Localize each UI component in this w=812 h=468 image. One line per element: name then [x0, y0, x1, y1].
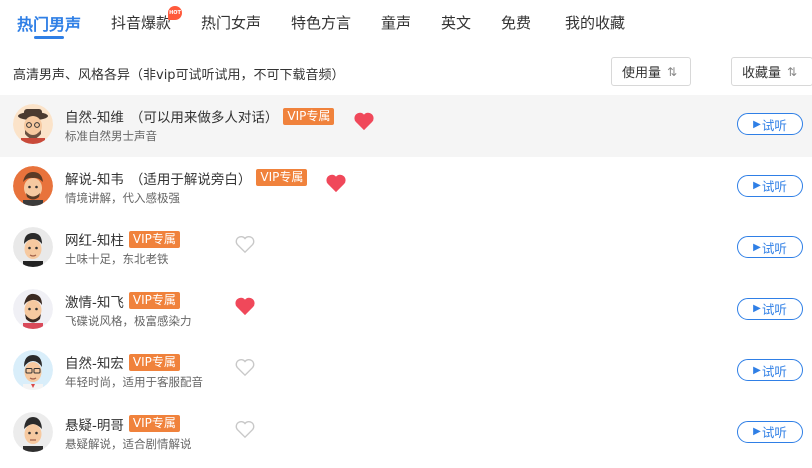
listen-button[interactable]: ▶ 试听: [737, 420, 803, 443]
voice-note: （可以用来做多人对话）: [129, 110, 279, 126]
section-description: 高清男声、风格各异（非vip可试听试用，不可下载音频）: [13, 68, 345, 83]
voice-row: 激情-知飞 VIP专属 飞碟说风格，极富感染力 ▶ 试听: [0, 280, 812, 342]
play-icon: ▶: [753, 118, 761, 130]
sort-icon: ⇅: [667, 64, 677, 79]
avatar: [13, 350, 53, 390]
vip-badge: VIP专属: [283, 107, 335, 125]
voice-title: 网红-知柱 VIP专属: [65, 229, 180, 249]
voice-description: 飞碟说风格，极富感染力: [65, 313, 192, 328]
voice-title: 自然-知维 （可以用来做多人对话） VIP专属: [65, 106, 335, 126]
listen-button[interactable]: ▶ 试听: [737, 297, 803, 320]
favorite-heart-icon[interactable]: [325, 173, 347, 193]
voice-description: 悬疑解说，适合剧情解说: [65, 436, 192, 451]
voice-row: 自然-知宏 VIP专属 年轻时尚，适用于客服配音 ▶ 试听: [0, 341, 812, 403]
tab-my-favorites[interactable]: 我的收藏: [565, 12, 625, 33]
listen-label: 试听: [761, 179, 787, 194]
listen-label: 试听: [761, 425, 787, 440]
listen-button[interactable]: ▶ 试听: [737, 174, 803, 197]
vip-badge: VIP专属: [128, 353, 180, 371]
listen-label: 试听: [761, 302, 787, 317]
play-icon: ▶: [753, 426, 761, 437]
sort-icon: ⇅: [787, 64, 797, 79]
avatar: [13, 227, 53, 267]
sort-fav-label: 收藏量: [742, 66, 782, 81]
voice-description: 土味十足，东北老铁: [65, 252, 169, 266]
voice-description: 情境讲解，代入感极强: [65, 190, 180, 205]
avatar: [13, 411, 53, 452]
favorite-heart-outline-icon[interactable]: [234, 234, 256, 254]
tab-english[interactable]: 英文: [441, 12, 471, 33]
listen-label: 试听: [761, 240, 787, 256]
vip-badge: VIP专属: [128, 415, 180, 432]
voice-name: 悬疑-明哥: [65, 417, 124, 434]
listen-button[interactable]: ▶ 试听: [737, 113, 803, 135]
favorite-heart-icon[interactable]: [234, 296, 256, 316]
avatar: [13, 165, 53, 206]
hot-badge-icon: HOT: [168, 6, 182, 20]
tab-hot-male[interactable]: 热门男声: [17, 11, 81, 35]
voice-row: 自然-知维 （可以用来做多人对话） VIP专属 标准自然男士声音 ▶ 试听: [0, 95, 812, 157]
voice-title: 激情-知飞 VIP专属: [65, 291, 180, 311]
play-icon: ▶: [753, 303, 761, 314]
favorite-heart-outline-icon[interactable]: [234, 357, 256, 377]
voice-name: 自然-知宏: [65, 356, 124, 372]
listen-button[interactable]: ▶ 试听: [737, 359, 803, 381]
sort-usage-label: 使用量: [622, 66, 662, 81]
avatar: [13, 104, 53, 144]
active-tab-indicator: [34, 36, 64, 39]
tab-douyin-hits[interactable]: 抖音爆款: [111, 12, 171, 33]
voice-title: 悬疑-明哥 VIP专属: [65, 414, 180, 434]
voice-title: 解说-知韦 （适用于解说旁白） VIP专属: [65, 168, 308, 188]
listen-button[interactable]: ▶ 试听: [737, 236, 803, 258]
listen-label: 试听: [761, 363, 787, 379]
tab-hot-female[interactable]: 热门女声: [201, 12, 261, 33]
voice-name: 网红-知柱: [65, 233, 124, 249]
voice-title: 自然-知宏 VIP专属: [65, 352, 180, 372]
voice-row: 网红-知柱 VIP专属 土味十足，东北老铁 ▶ 试听: [0, 218, 812, 280]
favorite-heart-icon[interactable]: [353, 111, 375, 131]
voice-row: 悬疑-明哥 VIP专属 悬疑解说，适合剧情解说 ▶ 试听: [0, 403, 812, 465]
voice-list: 自然-知维 （可以用来做多人对话） VIP专属 标准自然男士声音 ▶ 试听 解说…: [0, 95, 812, 464]
voice-row: 解说-知韦 （适用于解说旁白） VIP专属 情境讲解，代入感极强 ▶ 试听: [0, 157, 812, 219]
tab-free[interactable]: 免费: [501, 12, 531, 33]
tab-dialect[interactable]: 特色方言: [291, 12, 351, 33]
play-icon: ▶: [753, 241, 761, 253]
listen-label: 试听: [761, 117, 787, 133]
vip-badge: VIP专属: [128, 292, 180, 309]
vip-badge: VIP专属: [128, 230, 180, 248]
favorite-heart-outline-icon[interactable]: [234, 419, 256, 439]
voice-description: 年轻时尚，适用于客服配音: [65, 375, 203, 389]
sort-by-usage-button[interactable]: 使用量 ⇅: [611, 57, 691, 86]
sort-by-favorites-button[interactable]: 收藏量 ⇅: [731, 57, 812, 86]
vip-badge: VIP专属: [256, 169, 308, 186]
voice-description: 标准自然男士声音: [65, 129, 157, 143]
voice-name: 解说-知韦: [65, 171, 124, 188]
play-icon: ▶: [753, 364, 761, 376]
tab-child-voice[interactable]: 童声: [381, 12, 411, 33]
voice-name: 激情-知飞: [65, 294, 124, 311]
avatar: [13, 288, 53, 329]
voice-note: （适用于解说旁白）: [129, 171, 252, 188]
play-icon: ▶: [753, 180, 761, 191]
voice-name: 自然-知维: [65, 110, 124, 126]
category-tabs: 热门男声 抖音爆款 HOT 热门女声 特色方言 童声 英文 免费 我的收藏: [0, 0, 812, 44]
